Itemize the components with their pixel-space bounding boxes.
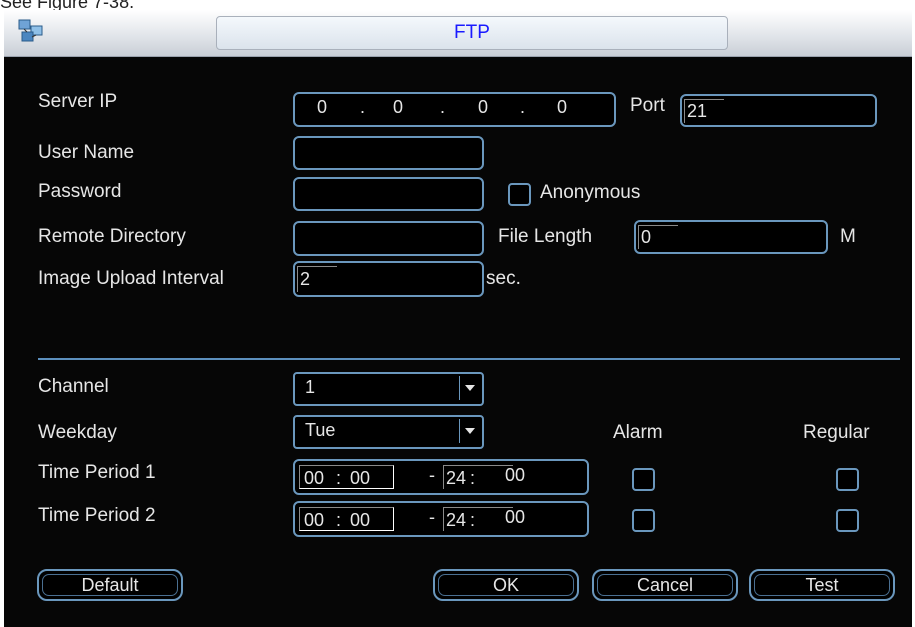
chevron-down-icon[interactable] (459, 376, 480, 400)
ip-dot: . (440, 97, 446, 117)
ip-octet-4[interactable]: 0 (557, 97, 567, 118)
anonymous-label: Anonymous (540, 182, 641, 203)
period-2-start-hour[interactable]: 00 (304, 510, 324, 531)
period-1-end-hour[interactable]: 24 (446, 468, 466, 489)
user-name-label: User Name (38, 142, 135, 163)
ok-button[interactable]: OK (433, 569, 579, 601)
regular-column-header: Regular (803, 422, 870, 443)
default-button[interactable]: Default (37, 569, 183, 601)
time-colon: : (336, 468, 342, 488)
port-value: 21 (687, 101, 708, 121)
ftp-settings-panel: Server IP 0 . 0 . 0 . 0 Port 21 User Nam… (4, 57, 912, 627)
file-length-unit: M (840, 226, 856, 247)
period-2-start-minute[interactable]: 00 (350, 510, 370, 531)
port-label: Port (630, 95, 665, 116)
time-colon: : (470, 468, 476, 488)
channel-value: 1 (305, 377, 316, 397)
range-dash: - (429, 465, 435, 485)
upload-interval-label: Image Upload Interval (38, 268, 224, 289)
network-app-icon (18, 18, 44, 44)
time-colon: : (336, 510, 342, 530)
user-name-field[interactable] (293, 136, 484, 170)
weekday-select[interactable]: Tue (293, 415, 484, 449)
server-ip-field[interactable]: 0 . 0 . 0 . 0 (293, 92, 616, 127)
period-1-end-minute[interactable]: 00 (505, 465, 525, 486)
ip-octet-3[interactable]: 0 (478, 97, 488, 118)
chevron-down-icon[interactable] (459, 419, 480, 443)
period-1-regular-checkbox[interactable] (836, 468, 859, 491)
file-length-label: File Length (498, 226, 593, 247)
test-button[interactable]: Test (749, 569, 895, 601)
upload-interval-field[interactable]: 2 (293, 261, 484, 297)
file-length-value: 0 (641, 227, 652, 247)
password-label: Password (38, 181, 122, 202)
channel-select[interactable]: 1 (293, 372, 484, 406)
period-1-alarm-checkbox[interactable] (632, 468, 655, 491)
ip-dot: . (360, 97, 366, 117)
time-period-1-label: Time Period 1 (38, 462, 156, 483)
ip-octet-2[interactable]: 0 (393, 97, 403, 118)
server-ip-label: Server IP (38, 91, 118, 112)
file-length-field[interactable]: 0 (634, 220, 828, 254)
anonymous-checkbox[interactable] (508, 183, 531, 206)
weekday-label: Weekday (38, 422, 117, 443)
alarm-column-header: Alarm (613, 422, 663, 443)
ip-octet-1[interactable]: 0 (317, 97, 327, 118)
cancel-button[interactable]: Cancel (592, 569, 738, 601)
range-dash: - (429, 507, 435, 527)
ip-dot: . (520, 97, 526, 117)
period-1-start-hour[interactable]: 00 (304, 468, 324, 489)
remote-directory-label: Remote Directory (38, 226, 186, 247)
period-2-end-minute[interactable]: 00 (505, 507, 525, 528)
period-2-end-hour[interactable]: 24 (446, 510, 466, 531)
upload-interval-unit: sec. (486, 268, 521, 289)
upload-interval-value: 2 (300, 269, 311, 289)
channel-label: Channel (38, 376, 109, 397)
period-2-alarm-checkbox[interactable] (632, 509, 655, 532)
time-period-2-field[interactable]: 00 : 00 - 24 : 00 (293, 501, 589, 537)
window-title: FTP (216, 16, 728, 50)
weekday-value: Tue (305, 420, 336, 440)
time-colon: : (470, 510, 476, 530)
remote-directory-field[interactable] (293, 221, 484, 256)
period-2-regular-checkbox[interactable] (836, 509, 859, 532)
port-field[interactable]: 21 (680, 94, 877, 127)
time-period-1-field[interactable]: 00 : 00 - 24 : 00 (293, 459, 589, 495)
title-bar: FTP (4, 10, 912, 57)
time-period-2-label: Time Period 2 (38, 505, 156, 526)
password-field[interactable] (293, 177, 484, 211)
section-divider (38, 358, 900, 360)
period-1-start-minute[interactable]: 00 (350, 468, 370, 489)
